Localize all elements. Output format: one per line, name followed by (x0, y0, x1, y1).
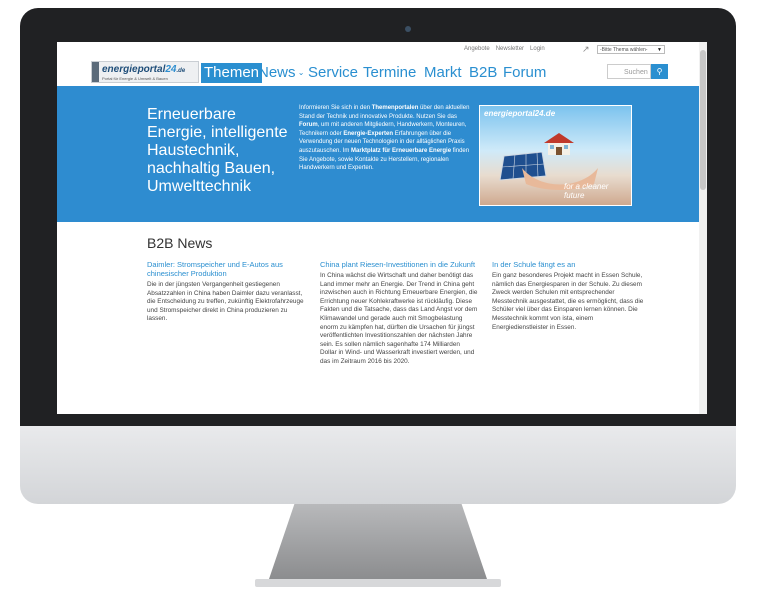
scrollbar-thumb[interactable] (700, 50, 706, 190)
logo-side-strip (92, 62, 99, 82)
vertical-scrollbar[interactable] (699, 42, 707, 414)
logo-name-tld: .de (176, 68, 186, 74)
utility-links: Angebote Newsletter Login (464, 46, 545, 52)
forum-link[interactable]: Forum (299, 122, 318, 128)
logo-name-main: energieportal (102, 64, 166, 75)
news-article: In der Schule fängt es an Ein ganz beson… (492, 260, 650, 332)
hero-image: energieportal24.de for a cleaner future (479, 105, 632, 206)
news-article: Daimler: Stromspeicher und E-Autos aus c… (147, 260, 305, 324)
webcam-icon (405, 26, 411, 32)
theme-select-value: -Bitte Thema wählen- (600, 47, 648, 53)
nav-item-termine[interactable]: Termine (363, 64, 416, 82)
hero-title: Erneuerbare Energie, intelligente Hauste… (147, 106, 288, 195)
angebote-link[interactable]: Angebote (464, 46, 490, 52)
nav-item-news-label: News (258, 64, 296, 81)
marktplatz-link[interactable]: Marktplatz für Erneuerbare Energie (351, 148, 451, 154)
logo-wordmark: energieportal24.de (102, 64, 185, 75)
b2b-news-heading: B2B News (147, 235, 213, 251)
wrench-icon[interactable]: ↗ (582, 44, 590, 55)
article-headline-link[interactable]: China plant Riesen-Investitionen in die … (320, 260, 478, 269)
nav-item-themen[interactable]: Themen (201, 63, 263, 83)
search-input[interactable]: Suchen (607, 64, 651, 79)
monitor-stand-base (255, 579, 501, 587)
nav-item-b2b[interactable]: B2B (469, 64, 497, 82)
news-article: China plant Riesen-Investitionen in die … (320, 260, 478, 367)
article-body: Die in der jüngsten Vergangenheit gestie… (147, 281, 304, 323)
search-icon: ⚲ (656, 67, 663, 76)
newsletter-link[interactable]: Newsletter (496, 46, 524, 52)
nav-item-markt[interactable]: Markt (424, 64, 462, 82)
monitor-chin (20, 426, 736, 504)
hero-text-part: Informieren Sie sich in den (299, 105, 372, 111)
article-body: Ein ganz besonderes Projekt macht in Ess… (492, 272, 644, 331)
theme-select[interactable]: -Bitte Thema wählen- ▼ (597, 45, 665, 54)
login-link[interactable]: Login (530, 46, 545, 52)
hero-image-title: energieportal24.de (484, 109, 556, 118)
themenportale-link[interactable]: Themenportalen (372, 105, 419, 111)
search-button[interactable]: ⚲ (651, 64, 668, 79)
hero-image-tagline: for a cleaner future (564, 182, 609, 200)
site-logo[interactable]: energieportal24.de Portal für Energie & … (91, 61, 199, 83)
search-placeholder: Suchen (624, 69, 648, 76)
hero-banner: Erneuerbare Energie, intelligente Hauste… (57, 86, 699, 222)
chevron-down-icon: ⌄ (295, 68, 305, 78)
hero-description: Informieren Sie sich in den Themenportal… (299, 104, 475, 173)
article-body: In China wächst die Wirtschaft und daher… (320, 272, 478, 365)
logo-name-number: 24 (165, 64, 177, 75)
logo-tagline: Portal für Energie & Umwelt & Bauen (102, 76, 168, 81)
browser-viewport: Angebote Newsletter Login ↗ -Bitte Thema… (57, 42, 707, 414)
chevron-down-icon: ▼ (657, 47, 662, 53)
nav-item-news[interactable]: News ⌄ (258, 64, 304, 82)
top-utility-bar: Angebote Newsletter Login ↗ -Bitte Thema… (57, 42, 699, 58)
article-headline-link[interactable]: In der Schule fängt es an (492, 260, 650, 269)
nav-item-service[interactable]: Service (308, 64, 358, 82)
nav-item-forum[interactable]: Forum (503, 64, 546, 82)
monitor-stand (268, 504, 488, 582)
energie-experten-link[interactable]: Energie-Experten (343, 131, 393, 137)
article-headline-link[interactable]: Daimler: Stromspeicher und E-Autos aus c… (147, 260, 305, 278)
main-navigation: energieportal24.de Portal für Energie & … (57, 58, 699, 86)
